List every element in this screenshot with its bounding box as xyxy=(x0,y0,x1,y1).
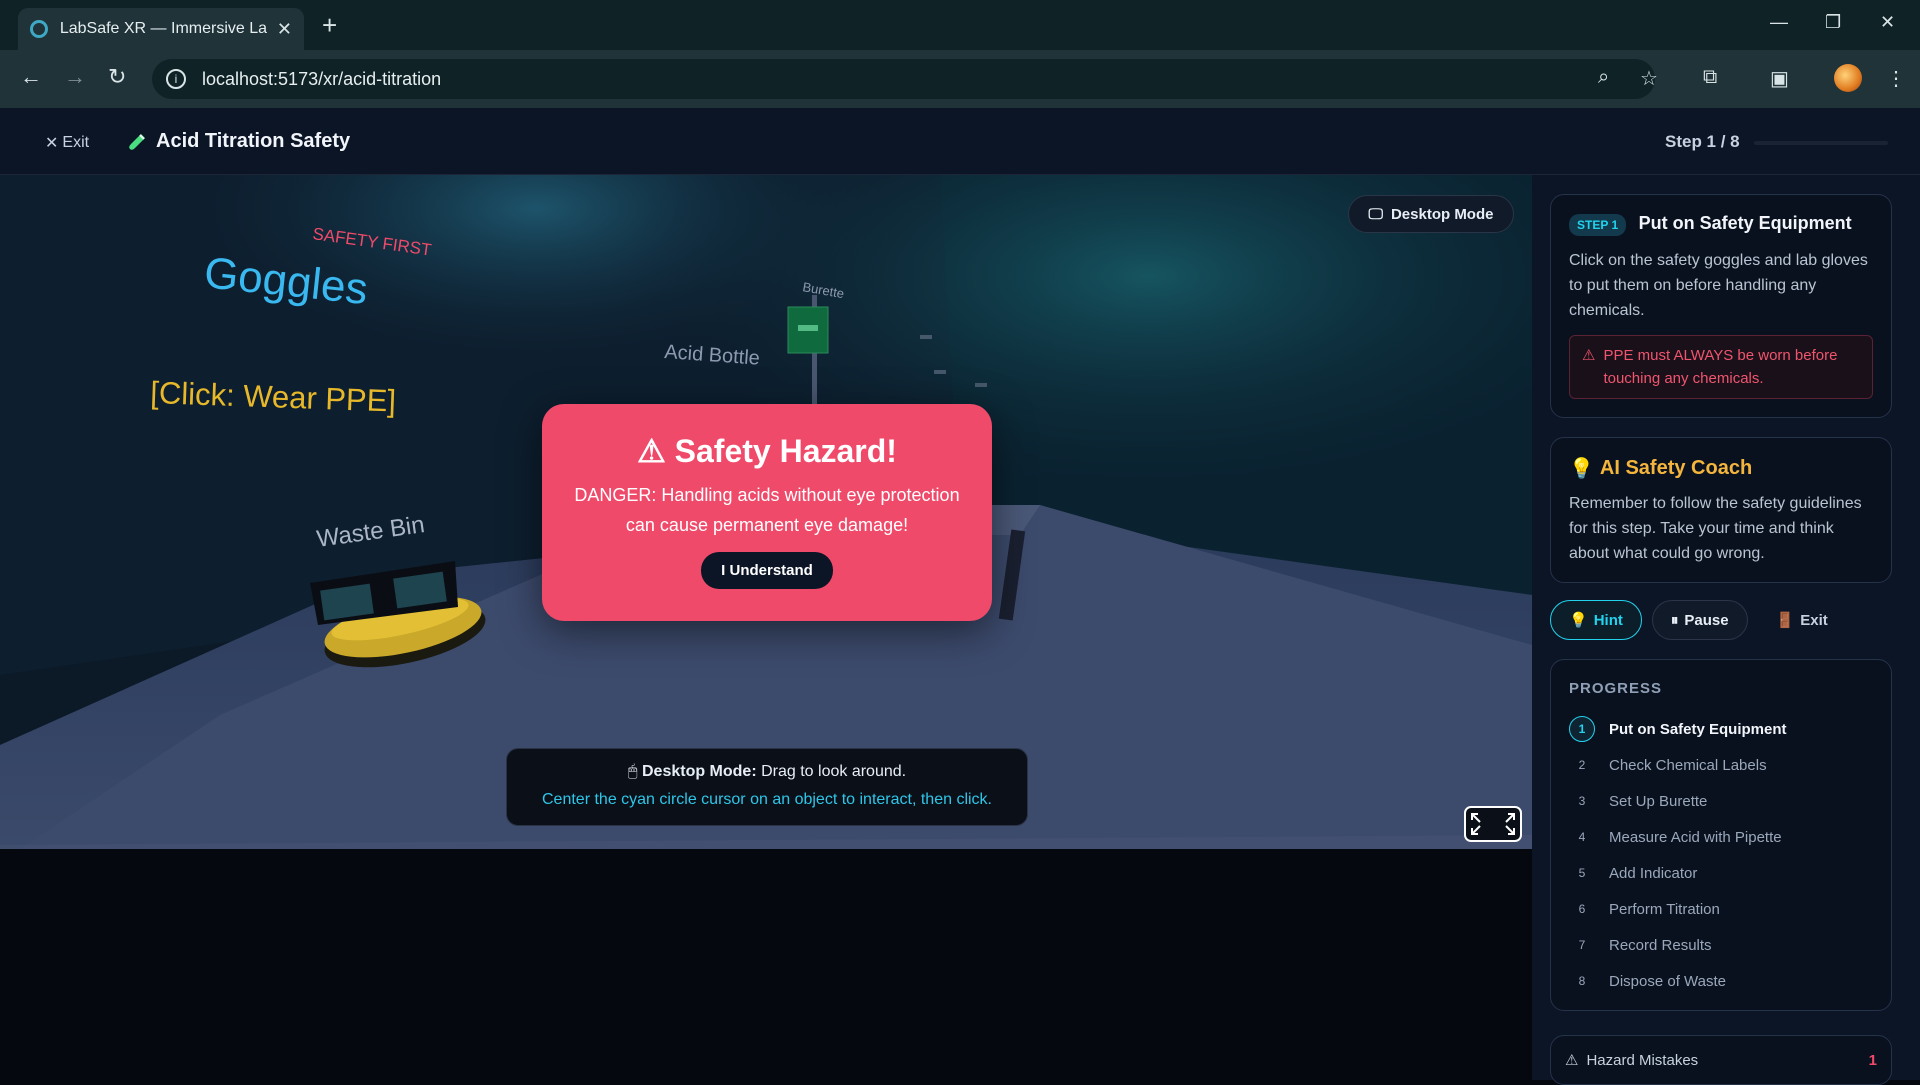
step-pill: STEP 1 xyxy=(1569,214,1627,236)
tab-title: LabSafe XR — Immersive Lab S… xyxy=(59,20,267,37)
browser-toolbar: ← → ↻ i localhost:5173/xr/acid-titration… xyxy=(0,50,1920,108)
step-title: Put on Safety Equipment xyxy=(1638,213,1852,233)
hazard-count: 1 xyxy=(1868,1051,1877,1069)
mouse-icon: 🖱 xyxy=(627,763,638,780)
coach-title: 💡 AI Safety Coach xyxy=(1569,457,1753,480)
hint-button[interactable]: 💡 Hint xyxy=(1550,600,1642,640)
close-tab-icon[interactable]: ✕ xyxy=(277,19,292,40)
desktop-mode-label: Desktop Mode xyxy=(1390,205,1494,223)
bookmark-star-icon[interactable]: ☆ xyxy=(1640,66,1658,91)
reload-icon[interactable]: ↻ xyxy=(108,64,126,90)
progress-item: 3 Set Up Burette xyxy=(1578,792,1708,810)
progress-item: 1 Put on Safety Equipment xyxy=(1569,711,1873,747)
new-tab-icon[interactable]: + xyxy=(322,10,337,41)
warning-icon: ⚠ xyxy=(637,433,666,469)
desktop-mode-button[interactable]: 🖵 Desktop Mode xyxy=(1348,195,1514,233)
page-title-text: Acid Titration Safety xyxy=(156,130,351,152)
ppe-warning: ⚠ PPE must ALWAYS be worn before touchin… xyxy=(1569,335,1873,399)
fullscreen-button[interactable] xyxy=(1464,806,1522,842)
scene-below-area xyxy=(0,849,1532,1080)
progress-card: PROGRESS 1 Put on Safety Equipment 2 Check… xyxy=(1550,659,1892,1011)
site-info-icon[interactable]: i xyxy=(166,69,186,89)
progress-list: 1 Put on Safety Equipment 2 Check Chemical… xyxy=(1569,711,1873,999)
i-understand-button[interactable]: I Understand xyxy=(701,552,833,589)
restore-icon[interactable]: ❐ xyxy=(1825,12,1841,33)
exit-label: Exit xyxy=(62,134,90,151)
close-window-icon[interactable]: ✕ xyxy=(1880,12,1895,33)
hazard-label: Hazard Mistakes xyxy=(1586,1051,1699,1069)
warning-icon: ⚠ xyxy=(1565,1052,1579,1069)
menu-kebab-icon[interactable]: ⋮ xyxy=(1886,66,1906,91)
lightbulb-icon: 💡 xyxy=(1569,612,1588,629)
browser-tab-bar: LabSafe XR — Immersive Lab S… ✕ + — ❐ ✕ xyxy=(0,0,1920,50)
modal-message: DANGER: Handling acids without eye prote… xyxy=(574,485,960,535)
exit-button[interactable]: ✕ Exit xyxy=(45,133,89,153)
profile-avatar[interactable] xyxy=(1834,64,1862,92)
current-step-card: STEP 1 Put on Safety Equipment Click on … xyxy=(1550,194,1892,418)
hint-line-1: 🖱 Desktop Mode: Drag to look around. xyxy=(627,763,907,780)
monitor-icon: 🖵 xyxy=(1368,205,1383,223)
pause-button[interactable]: ⏸ Pause xyxy=(1651,600,1748,640)
warning-icon: ⚠ xyxy=(1582,347,1596,364)
modal-title: ⚠ Safety Hazard! xyxy=(637,433,897,469)
step-description: Click on the safety goggles and lab glov… xyxy=(1569,252,1868,319)
address-bar[interactable]: i localhost:5173/xr/acid-titration xyxy=(152,59,1655,99)
sidebar: STEP 1 Put on Safety Equipment Click on … xyxy=(1532,175,1920,1085)
hazard-mistakes-card: ⚠ Hazard Mistakes 1 xyxy=(1550,1035,1892,1085)
test-tube-icon xyxy=(129,133,145,150)
back-icon[interactable]: ← xyxy=(20,64,42,90)
action-buttons: 💡 Hint ⏸ Pause 🚪 Exit xyxy=(1550,600,1846,640)
progress-item: 2 Check Chemical Labels xyxy=(1578,756,1767,774)
step-progress-bar xyxy=(1754,141,1888,145)
minimize-icon[interactable]: — xyxy=(1770,12,1788,33)
zoom-icon[interactable]: ⌕ xyxy=(1598,66,1609,89)
progress-heading: PROGRESS xyxy=(1569,680,1663,697)
exit-session-button[interactable]: 🚪 Exit xyxy=(1758,600,1846,640)
door-icon: 🚪 xyxy=(1775,612,1795,629)
site-favicon-icon xyxy=(30,20,48,38)
extensions-icon[interactable]: ⧉ xyxy=(1703,66,1717,89)
tab-search-icon[interactable]: ▣ xyxy=(1770,66,1789,91)
progress-item: 7 Record Results xyxy=(1578,936,1712,954)
progress-item: 4 Measure Acid with Pipette xyxy=(1578,828,1782,846)
close-icon: ✕ xyxy=(45,135,59,152)
app-header: ✕ Exit Acid Titration Safety Step 1 / 8 xyxy=(0,108,1920,175)
lightbulb-icon: 💡 xyxy=(1569,458,1594,480)
coach-message: Remember to follow the safety guidelines… xyxy=(1569,495,1862,562)
progress-item: 8 Dispose of Waste xyxy=(1578,972,1726,990)
safety-hazard-modal: ⚠ Safety Hazard! DANGER: Handling acids … xyxy=(542,404,992,621)
progress-item: 5 Add Indicator xyxy=(1578,864,1698,882)
hint-line-2: Center the cyan circle cursor on an obje… xyxy=(542,791,992,808)
browser-tab[interactable]: LabSafe XR — Immersive Lab S… ✕ xyxy=(18,8,304,50)
progress-item: 6 Perform Titration xyxy=(1578,900,1720,918)
fullscreen-icon xyxy=(1471,813,1515,835)
page-title: Acid Titration Safety xyxy=(128,130,350,153)
pause-icon: ⏸ xyxy=(1670,611,1679,629)
url-text: localhost:5173/xr/acid-titration xyxy=(202,68,442,89)
step-indicator: Step 1 / 8 xyxy=(1665,132,1740,151)
ai-safety-coach-card: 💡 AI Safety Coach Remember to follow the… xyxy=(1550,437,1892,583)
desktop-mode-hint: 🖱 Desktop Mode: Drag to look around. Cen… xyxy=(506,748,1028,826)
forward-icon[interactable]: → xyxy=(64,64,86,90)
